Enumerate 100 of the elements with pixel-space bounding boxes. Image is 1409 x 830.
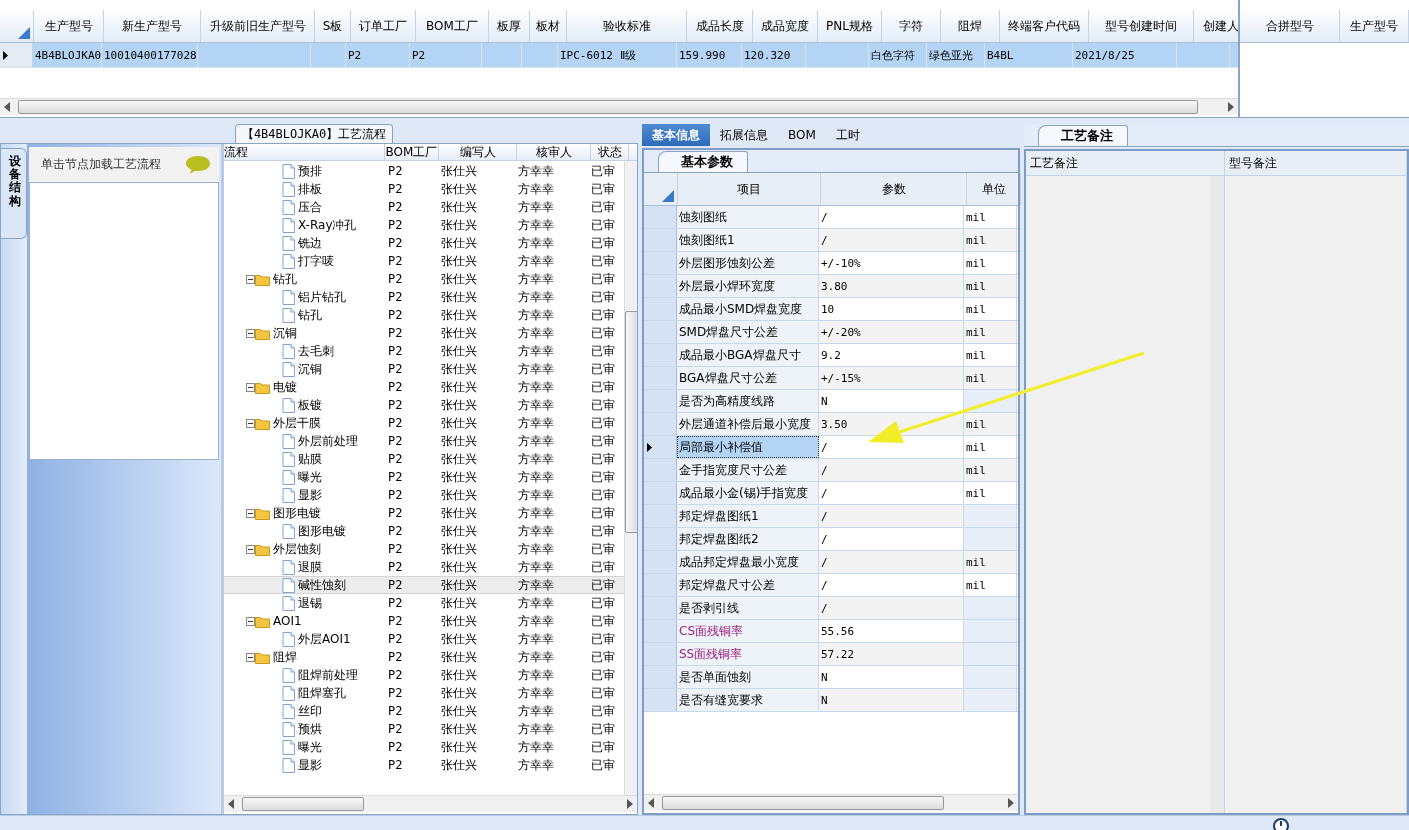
tree-row[interactable]: 铣边 P2 张仕兴 方幸幸 已审 — [224, 234, 624, 252]
tree-row[interactable]: 外层前处理 P2 张仕兴 方幸幸 已审 — [224, 432, 624, 450]
column-header[interactable]: 新生产型号 — [104, 10, 201, 42]
scroll-left-icon[interactable] — [228, 799, 234, 809]
tree-row[interactable]: 碱性蚀刻 P2 张仕兴 方幸幸 已审 — [224, 576, 624, 594]
table-row[interactable]: 4B4BLOJKA0 10010400177028 P2 P2 IPC-6012 Ⅱ级 159.990 120.320 白色字符 绿色亚光 B4BL 2021/8/25 — [0, 43, 1238, 68]
tree-row[interactable]: 外层蚀刻 P2 张仕兴 方幸幸 已审 — [224, 540, 624, 558]
tree-row[interactable]: 打字唛 P2 张仕兴 方幸幸 已审 — [224, 252, 624, 270]
tree-row[interactable]: 外层干膜 P2 张仕兴 方幸幸 已审 — [224, 414, 624, 432]
column-header[interactable]: 单位 — [967, 173, 1021, 205]
tree-row[interactable]: 曝光 P2 张仕兴 方幸幸 已审 — [224, 468, 624, 486]
column-header[interactable]: 状态 — [591, 144, 629, 160]
column-header[interactable]: 升级前旧生产型号 — [201, 10, 315, 42]
column-header[interactable]: BOM工厂 — [385, 144, 439, 160]
collapse-icon[interactable] — [246, 616, 255, 626]
vertical-scrollbar[interactable] — [624, 161, 637, 795]
tree-row[interactable]: 外层AOI1 P2 张仕兴 方幸幸 已审 — [224, 630, 624, 648]
scroll-left-icon[interactable] — [648, 798, 654, 808]
tree-row[interactable]: 沉铜 P2 张仕兴 方幸幸 已审 — [224, 360, 624, 378]
horizontal-scrollbar[interactable] — [644, 794, 1018, 811]
parameter-row[interactable]: 成品最小SMD焊盘宽度 10 mil — [644, 298, 1018, 321]
scroll-right-icon[interactable] — [1008, 798, 1014, 808]
parameter-row[interactable]: CS面残铜率 55.56 — [644, 620, 1018, 643]
column-header[interactable]: 字符 — [882, 10, 941, 42]
column-header[interactable]: 工艺备注 — [1026, 151, 1224, 176]
tree-row[interactable]: 显影 P2 张仕兴 方幸幸 已审 — [224, 756, 624, 774]
parameter-row[interactable]: 邦定焊盘图纸1 / — [644, 505, 1018, 528]
scroll-right-icon[interactable] — [1228, 102, 1234, 112]
tree-row[interactable]: 预烘 P2 张仕兴 方幸幸 已审 — [224, 720, 624, 738]
tree-row[interactable]: 去毛刺 P2 张仕兴 方幸幸 已审 — [224, 342, 624, 360]
collapse-icon[interactable] — [246, 418, 255, 428]
collapse-icon[interactable] — [246, 652, 255, 662]
collapse-icon[interactable] — [246, 274, 255, 284]
parameter-row[interactable]: 是否剥引线 / — [644, 597, 1018, 620]
tab[interactable]: 拓展信息 — [710, 124, 778, 146]
tree-row[interactable]: 阻焊 P2 张仕兴 方幸幸 已审 — [224, 648, 624, 666]
tree-row[interactable]: 显影 P2 张仕兴 方幸幸 已审 — [224, 486, 624, 504]
horizontal-scrollbar[interactable] — [0, 98, 1238, 115]
column-header[interactable]: 订单工厂 — [351, 10, 416, 42]
parameter-row[interactable]: 外层图形蚀刻公差 +/-10% mil — [644, 252, 1018, 275]
column-header[interactable]: 生产型号 — [1340, 10, 1409, 42]
horizontal-scrollbar[interactable] — [224, 795, 637, 812]
column-header[interactable]: PNL规格 — [818, 10, 882, 42]
tree-row[interactable]: 压合 P2 张仕兴 方幸幸 已审 — [224, 198, 624, 216]
tree-row[interactable]: 图形电镀 P2 张仕兴 方幸幸 已审 — [224, 522, 624, 540]
parameter-row[interactable]: 成品最小金(锡)手指宽度 / mil — [644, 482, 1018, 505]
scroll-thumb[interactable] — [662, 796, 944, 810]
tree-row[interactable]: 贴膜 P2 张仕兴 方幸幸 已审 — [224, 450, 624, 468]
column-header[interactable]: 编写人 — [439, 144, 517, 160]
scroll-left-icon[interactable] — [4, 102, 10, 112]
vertical-tab[interactable]: 设备结构 — [1, 148, 27, 239]
tree-row[interactable]: 沉铜 P2 张仕兴 方幸幸 已审 — [224, 324, 624, 342]
tree-row[interactable]: 电镀 P2 张仕兴 方幸幸 已审 — [224, 378, 624, 396]
parameter-row[interactable]: 是否单面蚀刻 N — [644, 666, 1018, 689]
tab[interactable]: 工时 — [825, 124, 870, 146]
column-header[interactable]: 终端客户代码 — [1000, 10, 1089, 42]
tree-row[interactable]: 板镀 P2 张仕兴 方幸幸 已审 — [224, 396, 624, 414]
column-header[interactable]: 参数 — [821, 173, 967, 205]
parameter-row[interactable]: 蚀刻图纸 / mil — [644, 206, 1018, 229]
tree-row[interactable]: 图形电镀 P2 张仕兴 方幸幸 已审 — [224, 504, 624, 522]
parameter-row[interactable]: SMD焊盘尺寸公差 +/-20% mil — [644, 321, 1018, 344]
collapse-icon[interactable] — [246, 382, 255, 392]
column-header[interactable]: 项目 — [678, 173, 821, 205]
column-header[interactable]: BOM工厂 — [416, 10, 489, 42]
column-header[interactable]: 成品宽度 — [753, 10, 818, 42]
column-header[interactable]: S板 — [315, 10, 351, 42]
tab[interactable]: 基本信息 — [642, 124, 710, 146]
parameter-row[interactable]: 是否为高精度线路 N — [644, 390, 1018, 413]
scroll-right-icon[interactable] — [627, 799, 633, 809]
parameter-row[interactable]: BGA焊盘尺寸公差 +/-15% mil — [644, 367, 1018, 390]
parameter-row[interactable]: 外层最小焊环宽度 3.80 mil — [644, 275, 1018, 298]
column-header[interactable]: 型号备注 — [1224, 151, 1406, 176]
parameter-row[interactable]: 金手指宽度尺寸公差 / mil — [644, 459, 1018, 482]
scroll-thumb[interactable] — [242, 797, 364, 811]
tree-row[interactable]: 退锡 P2 张仕兴 方幸幸 已审 — [224, 594, 624, 612]
parameter-row[interactable]: 邦定焊盘图纸2 / — [644, 528, 1018, 551]
tree-row[interactable]: 曝光 P2 张仕兴 方幸幸 已审 — [224, 738, 624, 756]
parameter-row[interactable]: 蚀刻图纸1 / mil — [644, 229, 1018, 252]
tree-row[interactable]: X-Ray冲孔 P2 张仕兴 方幸幸 已审 — [224, 216, 624, 234]
column-header[interactable]: 阻焊 — [941, 10, 1000, 42]
tree-row[interactable]: 阻焊塞孔 P2 张仕兴 方幸幸 已审 — [224, 684, 624, 702]
collapse-icon[interactable] — [246, 508, 255, 518]
scroll-thumb[interactable] — [18, 100, 1198, 114]
parameter-row[interactable]: 邦定焊盘尺寸公差 / mil — [644, 574, 1018, 597]
tree-row[interactable]: 阻焊前处理 P2 张仕兴 方幸幸 已审 — [224, 666, 624, 684]
column-header[interactable]: 板材 — [530, 10, 567, 42]
sub-tab[interactable]: 工艺备注 — [1038, 125, 1128, 146]
parameter-row[interactable]: 局部最小补偿值 / mil — [644, 436, 1018, 459]
column-header[interactable]: 流程 — [224, 144, 385, 160]
vertical-scrollbar[interactable] — [1209, 176, 1224, 813]
parameter-row[interactable]: 成品最小BGA焊盘尺寸 9.2 mil — [644, 344, 1018, 367]
sub-tab[interactable]: 基本参数 — [658, 151, 748, 172]
column-header[interactable]: 合拼型号 — [1240, 10, 1340, 42]
parameter-row[interactable]: 外层通道补偿后最小宽度 3.50 mil — [644, 413, 1018, 436]
column-header[interactable]: 核审人 — [517, 144, 591, 160]
scroll-thumb[interactable] — [625, 311, 637, 533]
collapse-icon[interactable] — [246, 544, 255, 554]
column-header[interactable]: 验收标准 — [567, 10, 687, 42]
tree-row[interactable]: 钻孔 P2 张仕兴 方幸幸 已审 — [224, 270, 624, 288]
column-header[interactable]: 型号创建时间 — [1089, 10, 1194, 42]
